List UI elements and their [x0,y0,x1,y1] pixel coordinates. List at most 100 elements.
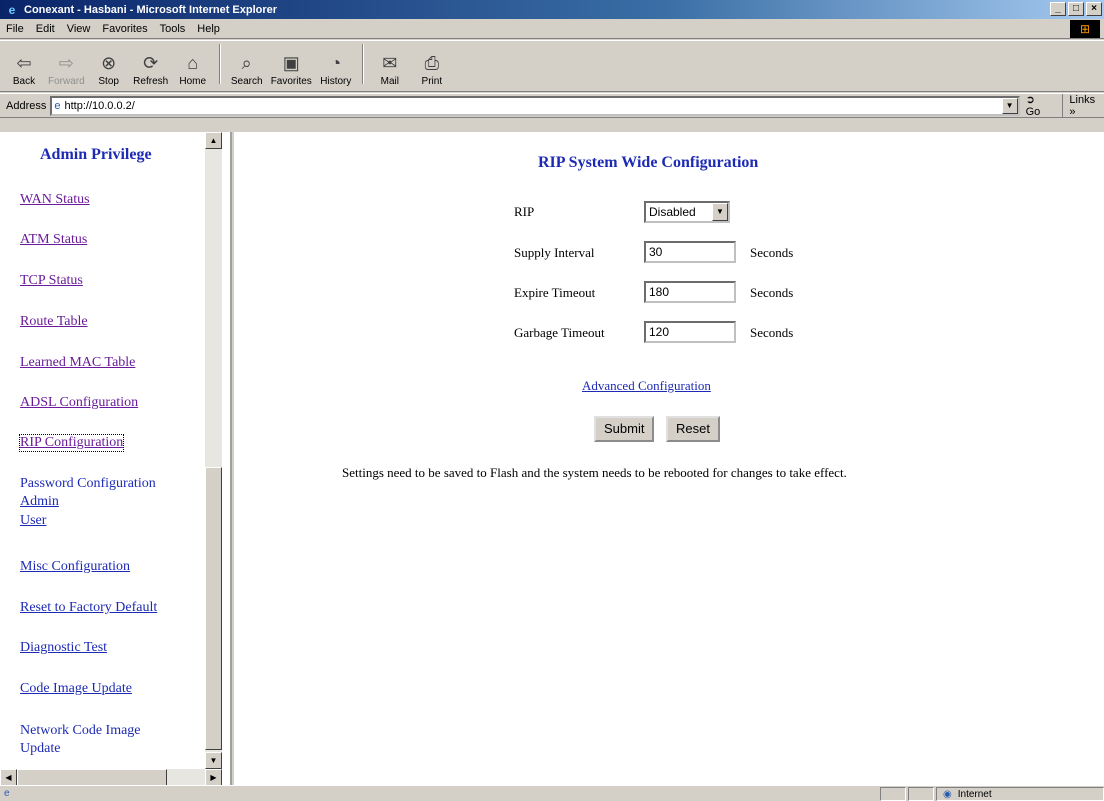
scroll-down-arrow-icon[interactable]: ▼ [205,752,222,769]
stop-button[interactable]: ⊗ Stop [91,52,127,87]
scroll-right-arrow-icon[interactable]: ▶ [205,769,222,785]
globe-icon: ◉ [943,788,952,800]
rip-label: RIP [514,204,535,219]
menu-tools[interactable]: Tools [154,23,192,35]
settings-note: Settings need to be saved to Flash and t… [342,465,847,480]
security-zone: ◉ Internet [936,787,1104,801]
sidebar-item-admin[interactable]: Admin [20,494,59,510]
menu-help[interactable]: Help [191,23,226,35]
print-label: Print [421,76,443,87]
scroll-up-arrow-icon[interactable]: ▲ [205,132,222,149]
sidebar-item-atm-status[interactable]: ATM Status [20,232,87,248]
search-icon: ⌕ [241,53,252,73]
submit-button[interactable]: Submit [594,416,655,442]
sidebar-item-rip-configuration[interactable]: RIP Configuration [18,434,125,452]
advanced-configuration-link[interactable]: Advanced Configuration [582,378,711,394]
sidebar-item-misc-configuration[interactable]: Misc Configuration [20,559,130,575]
address-dropdown-icon[interactable]: ▼ [1001,97,1018,114]
favorites-button[interactable]: ▣ Favorites [271,52,312,87]
go-button[interactable]: ➲ Go [1026,93,1053,118]
horizontal-scroll-thumb[interactable] [17,769,167,785]
home-label: Home [179,76,207,87]
links-button[interactable]: Links » [1062,93,1104,118]
page-status-icon: e [4,788,10,799]
close-button[interactable]: × [1086,2,1102,16]
refresh-icon: ⟳ [143,53,159,73]
sidebar-item-reset-factory-default[interactable]: Reset to Factory Default [20,600,157,616]
sidebar-item-network-code-image-update[interactable]: Update [20,741,60,757]
sidebar-item-network-code-image[interactable]: Network Code Image [20,723,141,739]
supply-interval-label: Supply Interval [514,245,595,260]
go-label: Go [1025,106,1041,118]
supply-interval-unit: Seconds [750,245,794,260]
sidebar-item-diagnostic-test[interactable]: Diagnostic Test [20,640,107,656]
garbage-timeout-field[interactable]: 120 [644,321,736,343]
sidebar-item-tcp-status[interactable]: TCP Status [20,273,83,289]
sidebar-item-learned-mac-table[interactable]: Learned MAC Table [20,355,135,371]
address-label: Address [6,99,47,112]
menu-bar: File Edit View Favorites Tools Help ⊞ [0,19,1104,39]
go-arrow-icon: ➲ [1025,94,1035,106]
back-button[interactable]: ⇦ Back [6,52,42,87]
favorites-folder-icon: ▣ [282,53,300,73]
search-button[interactable]: ⌕ Search [229,52,265,87]
search-label: Search [230,76,263,87]
stop-label: Stop [98,76,119,87]
address-input[interactable]: e http://10.0.0.2/ ▼ [50,95,1020,116]
status-cell [880,787,906,801]
reset-button[interactable]: Reset [666,416,720,442]
history-button[interactable]: ◔ History [318,52,354,87]
sidebar-item-password-configuration: Password Configuration [20,476,156,491]
navigation-frame: Admin Privilege WAN Status ATM Status TC… [0,132,232,785]
status-cell [908,787,934,801]
menu-edit[interactable]: Edit [30,23,61,35]
forward-label: Forward [48,76,85,87]
rip-select[interactable]: Disabled ▼ [644,201,730,223]
refresh-label: Refresh [133,76,169,87]
toolbar-separator [361,44,364,84]
minimize-button[interactable]: _ [1050,2,1066,16]
forward-arrow-icon: ⇨ [58,53,74,73]
supply-interval-field[interactable]: 30 [644,241,736,263]
status-bar: e ◉ Internet [0,785,1104,801]
garbage-timeout-unit: Seconds [750,325,794,340]
windows-logo-icon: ⊞ [1070,20,1100,38]
rip-select-value: Disabled [649,205,696,219]
window-title-bar[interactable]: e Conexant - Hasbani - Microsoft Interne… [0,0,1104,19]
chevron-down-icon[interactable]: ▼ [712,203,728,221]
menu-view[interactable]: View [61,23,97,35]
history-icon: ◔ [330,53,342,73]
sidebar-item-adsl-configuration[interactable]: ADSL Configuration [20,395,138,411]
print-button[interactable]: ⎙ Print [414,52,450,87]
vertical-scrollbar[interactable]: ▲ ▼ [205,132,222,769]
maximize-button[interactable]: □ [1068,2,1084,16]
horizontal-scrollbar[interactable]: ◀ ▶ [0,769,222,785]
menu-favorites[interactable]: Favorites [96,23,153,35]
sidebar-item-user[interactable]: User [20,513,46,529]
menu-file[interactable]: File [0,23,30,35]
back-label: Back [12,76,36,87]
sidebar-item-code-image-update[interactable]: Code Image Update [20,681,132,697]
expire-timeout-unit: Seconds [750,285,794,300]
mail-button[interactable]: ✉ Mail [372,52,408,87]
refresh-button[interactable]: ⟳ Refresh [133,52,169,87]
vertical-scroll-thumb[interactable] [205,467,222,750]
zone-label: Internet [957,788,992,800]
stop-icon: ⊗ [101,53,117,73]
content-frame: RIP System Wide Configuration RIP Disabl… [234,132,1104,785]
sidebar-item-route-table[interactable]: Route Table [20,314,88,330]
home-button[interactable]: ⌂ Home [175,52,211,87]
mail-icon: ✉ [382,53,398,73]
forward-button[interactable]: ⇨ Forward [48,52,85,87]
address-bar: Address e http://10.0.0.2/ ▼ ➲ Go Links … [0,93,1104,118]
garbage-timeout-label: Garbage Timeout [514,325,605,340]
mail-label: Mail [380,76,399,87]
printer-icon: ⎙ [424,53,440,73]
scroll-left-arrow-icon[interactable]: ◀ [0,769,17,785]
sidebar-item-wan-status[interactable]: WAN Status [20,192,90,208]
back-arrow-icon: ⇦ [16,53,32,73]
expire-timeout-field[interactable]: 180 [644,281,736,303]
page-icon: e [54,99,61,112]
address-url: http://10.0.0.2/ [64,99,135,112]
toolbar: ⇦ Back ⇨ Forward ⊗ Stop ⟳ Refresh ⌂ Home… [0,40,1104,92]
